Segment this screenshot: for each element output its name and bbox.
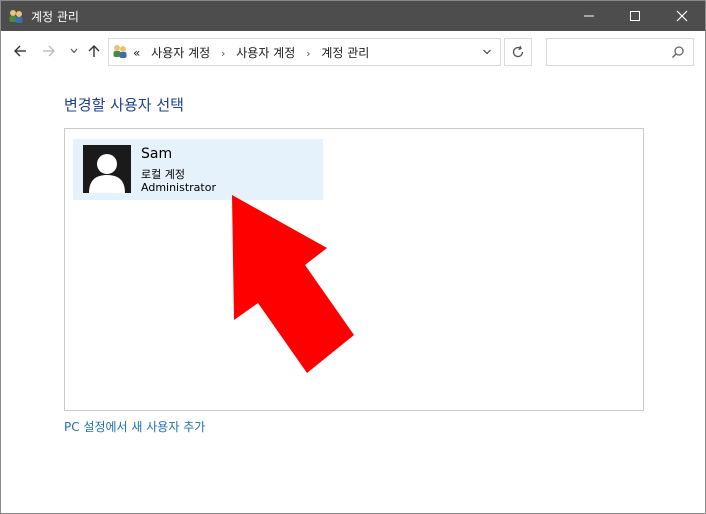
address-bar[interactable]: « 사용자 계정 › 사용자 계정 › 계정 관리 [108,38,501,66]
user-accounts-icon [8,8,24,24]
breadcrumb-overflow[interactable]: « [133,46,140,60]
search-input[interactable] [546,38,694,66]
user-accounts-icon [112,43,128,59]
avatar [83,145,131,193]
minimize-button[interactable] [566,1,612,31]
close-button[interactable] [659,1,705,31]
user-role: Administrator [141,181,216,194]
breadcrumb-item-user-accounts[interactable]: 사용자 계정 [151,44,210,61]
title-bar: 계정 관리 [1,1,705,31]
arrow-right-icon [43,45,55,57]
navigation-bar: « 사용자 계정 › 사용자 계정 › 계정 관리 [1,31,705,73]
arrow-left-icon [14,45,26,57]
refresh-button[interactable] [504,38,532,66]
maximize-button[interactable] [612,1,658,31]
page-title: 변경할 사용자 선택 [64,96,184,114]
chevron-down-icon [483,49,491,55]
search-icon [671,44,687,60]
add-user-link[interactable]: PC 설정에서 새 사용자 추가 [64,418,205,435]
chevron-down-icon [70,48,78,54]
account-management-window: 계정 관리 « 사용자 계정 › 사용자 계정 › 계정 관리 변경할 사용자 … [0,0,706,514]
window-title: 계정 관리 [31,10,79,24]
chevron-right-icon[interactable]: › [306,47,310,60]
user-account-type: 로컬 계정 [141,168,185,181]
chevron-right-icon[interactable]: › [221,47,225,60]
recent-locations-button[interactable] [64,41,84,61]
user-tile-sam[interactable]: Sam 로컬 계정 Administrator [73,139,323,200]
breadcrumb: « 사용자 계정 › 사용자 계정 › 계정 관리 [133,44,369,61]
user-list-panel: Sam 로컬 계정 Administrator [64,128,644,411]
forward-button[interactable] [39,41,59,61]
address-history-dropdown[interactable] [479,44,495,60]
default-user-icon [83,145,131,193]
back-button[interactable] [10,41,30,61]
up-button[interactable] [84,41,104,61]
breadcrumb-item-user-accounts-2[interactable]: 사용자 계정 [236,44,295,61]
arrow-up-icon [88,45,100,57]
user-name: Sam [141,146,173,162]
refresh-icon [512,45,524,58]
breadcrumb-item-manage-accounts[interactable]: 계정 관리 [321,44,369,61]
